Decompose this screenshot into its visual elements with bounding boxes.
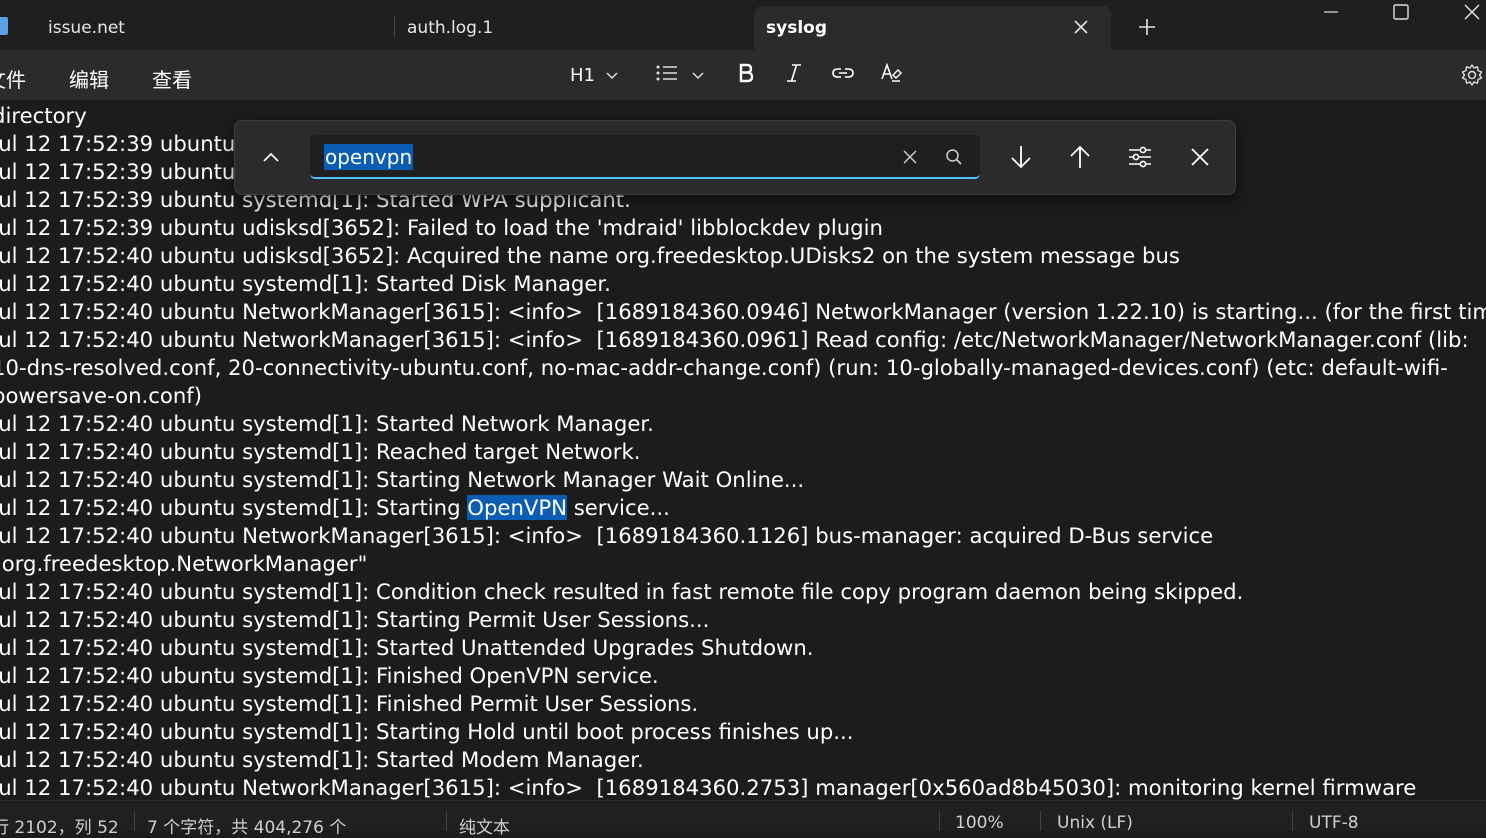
selection-count: 7 个字符，共 404,276 个 — [147, 818, 347, 838]
close-icon — [1191, 148, 1209, 166]
new-tab-button[interactable] — [1134, 14, 1160, 40]
arrow-down-icon — [1011, 146, 1031, 169]
text-line: "org.freedesktop.NetworkManager" — [0, 551, 368, 576]
status-divider — [939, 811, 940, 831]
status-divider — [446, 811, 447, 831]
heading-label: H1 — [570, 64, 595, 86]
line-ending[interactable]: Unix (LF) — [1057, 813, 1133, 833]
tab-bar: issue.net auth.log.1 syslog — [0, 0, 1486, 50]
cursor-position: 行 2102，列 52 — [0, 818, 119, 838]
tab-label: syslog — [766, 18, 827, 38]
chevron-down-icon — [605, 66, 619, 85]
text-line: Jul 12 17:52:40 ubuntu systemd[1]: Start… — [0, 607, 710, 632]
status-divider — [134, 811, 135, 831]
text-line: Jul 12 17:52:40 ubuntu NetworkManager[36… — [0, 523, 1214, 548]
text-line: Jul 12 17:52:40 ubuntu systemd[1]: Start… — [0, 467, 805, 492]
find-panel: openvpn — [234, 120, 1236, 195]
search-input[interactable]: openvpn — [310, 135, 980, 179]
close-tab-icon[interactable] — [1070, 16, 1092, 38]
text-line: 10-dns-resolved.conf, 20-connectivity-ub… — [0, 355, 1448, 380]
status-bar: 行 2102，列 52 7 个字符，共 404,276 个 纯文本 100% U… — [0, 800, 1486, 838]
chevron-up-icon — [263, 152, 279, 162]
text-line: Jul 12 17:52:40 ubuntu systemd[1]: Start… — [0, 494, 670, 522]
text-line: Jul 12 17:52:40 ubuntu systemd[1]: Reach… — [0, 439, 641, 464]
clear-search-icon[interactable] — [898, 145, 922, 169]
link-button[interactable] — [831, 60, 855, 90]
clear-formatting-icon — [880, 61, 904, 89]
tab-label: auth.log.1 — [407, 18, 494, 38]
text-line: Jul 12 17:52:39 ubuntu l — [0, 131, 248, 156]
tab-syslog[interactable]: syslog — [754, 6, 1111, 50]
text-line: powersave-on.conf) — [0, 383, 203, 408]
text-line: Jul 12 17:52:40 ubuntu systemd[1]: Start… — [0, 271, 611, 296]
text-editor[interactable]: directory Jul 12 17:52:39 ubuntu l Jul 12 … — [0, 100, 1486, 800]
italic-icon — [784, 62, 804, 88]
tab-issue-net[interactable]: issue.net — [0, 6, 394, 50]
search-match-highlight: OpenVPN — [467, 495, 567, 520]
text-line: Jul 12 17:52:40 ubuntu NetworkManager[36… — [0, 299, 1486, 324]
chevron-down-icon — [691, 66, 705, 85]
text-line: Jul 12 17:52:39 ubuntu w — [0, 159, 260, 184]
settings-gear-icon[interactable] — [1460, 60, 1484, 90]
text-line: Jul 12 17:52:40 ubuntu systemd[1]: Start… — [0, 411, 654, 436]
minimize-button[interactable] — [1308, 0, 1354, 30]
text-line: Jul 12 17:52:40 ubuntu NetworkManager[36… — [0, 327, 1469, 352]
text-line: Jul 12 17:52:40 ubuntu systemd[1]: Finis… — [0, 663, 659, 688]
menu-bar: 文件 编辑 查看 H1 — [0, 50, 1486, 100]
text-line: Jul 12 17:52:40 ubuntu udisksd[3652]: Ac… — [0, 243, 1180, 268]
text-line: Jul 12 17:52:40 ubuntu NetworkManager[36… — [0, 775, 1417, 800]
encoding[interactable]: UTF-8 — [1309, 813, 1359, 833]
tab-label: issue.net — [48, 18, 125, 38]
link-icon — [831, 62, 855, 88]
find-previous-button[interactable] — [1062, 139, 1098, 175]
bulleted-list-icon — [655, 63, 679, 87]
text-line: Jul 12 17:52:40 ubuntu systemd[1]: Start… — [0, 719, 854, 744]
search-query: openvpn — [324, 144, 414, 170]
italic-button[interactable] — [784, 60, 804, 90]
collapse-find-button[interactable] — [255, 141, 287, 173]
text-line: Jul 12 17:52:40 ubuntu systemd[1]: Start… — [0, 635, 814, 660]
text-line: Jul 12 17:52:39 ubuntu udisksd[3652]: Fa… — [0, 215, 883, 240]
clear-formatting-button[interactable] — [880, 60, 904, 90]
menu-file[interactable]: 文件 — [0, 64, 26, 93]
text-line: Jul 12 17:52:40 ubuntu systemd[1]: Start… — [0, 747, 644, 772]
status-divider — [1040, 811, 1041, 831]
arrow-up-icon — [1070, 145, 1090, 168]
text-line: Jul 12 17:52:40 ubuntu systemd[1]: Condi… — [0, 579, 1244, 604]
menu-edit[interactable]: 编辑 — [69, 64, 109, 93]
sliders-icon — [1129, 146, 1151, 168]
bold-icon — [736, 62, 756, 88]
text-line: directory — [0, 103, 87, 128]
menu-view[interactable]: 查看 — [152, 64, 192, 93]
maximize-button[interactable] — [1378, 0, 1424, 30]
zoom-level[interactable]: 100% — [955, 813, 1004, 833]
text-format[interactable]: 纯文本 — [459, 813, 510, 838]
status-divider — [1292, 811, 1293, 831]
search-icon[interactable] — [942, 145, 966, 169]
list-dropdown[interactable] — [655, 60, 705, 90]
close-find-button[interactable] — [1182, 139, 1218, 175]
find-options-button[interactable] — [1122, 139, 1158, 175]
tab-auth-log-1[interactable]: auth.log.1 — [395, 6, 753, 50]
text-segment: service... — [567, 495, 670, 520]
text-line: Jul 12 17:52:40 ubuntu systemd[1]: Finis… — [0, 691, 699, 716]
find-next-button[interactable] — [1003, 139, 1039, 175]
close-window-button[interactable] — [1448, 0, 1486, 30]
bold-button[interactable] — [736, 60, 756, 90]
text-segment: Jul 12 17:52:40 ubuntu systemd[1]: Start… — [0, 495, 468, 520]
heading-dropdown[interactable]: H1 — [570, 60, 619, 90]
